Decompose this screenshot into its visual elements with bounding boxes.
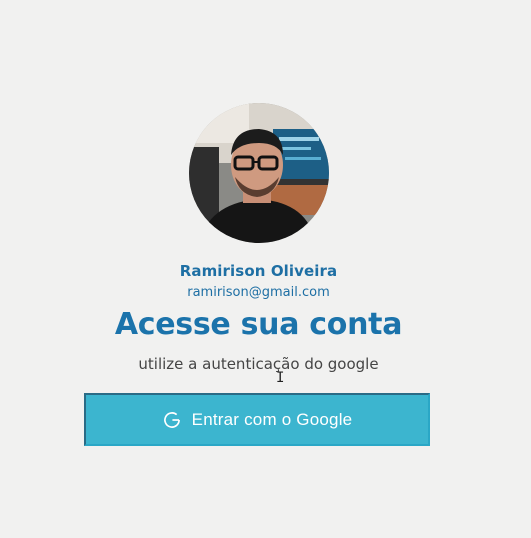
google-login-button[interactable]: Entrar com o Google <box>84 393 430 446</box>
profile-email: ramirison@gmail.com <box>187 285 330 300</box>
profile-name: Ramirison Oliveira <box>179 262 338 280</box>
page-title: Acesse sua conta <box>114 307 403 342</box>
google-g-icon <box>163 411 180 428</box>
page-subtitle: utilize a autenticação do google <box>138 355 379 373</box>
text-cursor-icon: I <box>276 370 285 386</box>
profile-avatar <box>189 103 329 243</box>
profile-photo <box>189 103 329 243</box>
google-login-label: Entrar com o Google <box>191 409 353 429</box>
